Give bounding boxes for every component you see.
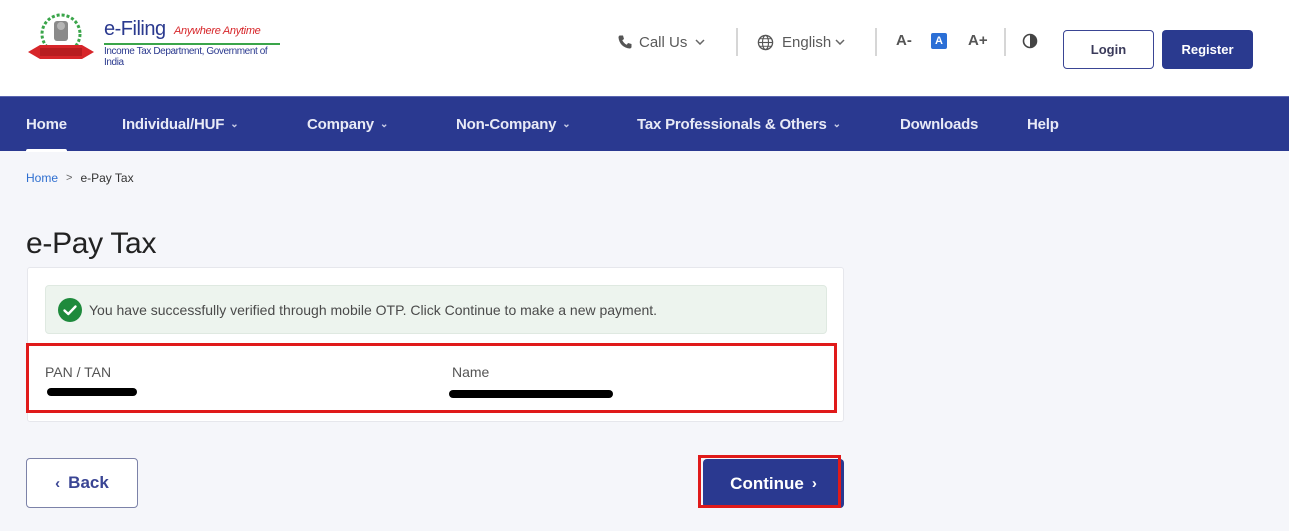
brand-title: e-Filing — [104, 18, 166, 40]
language-label: English — [782, 33, 832, 51]
nav-label: Individual/HUF — [122, 116, 225, 133]
contrast-toggle-icon[interactable] — [1022, 33, 1038, 49]
site-header: e-Filing Anywhere Anytime Income Tax Dep… — [0, 0, 1289, 96]
redaction-bar — [449, 390, 613, 398]
breadcrumb-separator: > — [66, 172, 73, 184]
font-increase-button[interactable]: A+ — [968, 32, 988, 49]
nav-item-company[interactable]: Company ⌄ — [307, 97, 388, 152]
register-button[interactable]: Register — [1162, 30, 1253, 69]
check-circle-icon — [58, 297, 82, 322]
nav-label: Tax Professionals & Others — [637, 116, 827, 133]
nav-item-tax-professionals[interactable]: Tax Professionals & Others ⌄ — [637, 97, 841, 152]
brand-divider — [104, 43, 280, 45]
chevron-down-icon: ⌄ — [379, 119, 389, 130]
font-default-button[interactable]: A — [931, 33, 947, 49]
taxpayer-details: PAN / TAN Name — [26, 343, 837, 413]
phone-icon — [618, 35, 632, 49]
nav-label: Non-Company — [456, 116, 557, 133]
nav-item-non-company[interactable]: Non-Company ⌄ — [456, 97, 571, 152]
page-title: e-Pay Tax — [26, 227, 157, 260]
name-label: Name — [452, 364, 490, 380]
name-value — [449, 384, 622, 398]
alert-message: You have successfully verified through m… — [89, 301, 658, 318]
nav-label: Home — [26, 116, 67, 133]
globe-icon — [757, 34, 774, 50]
nav-item-downloads[interactable]: Downloads — [900, 97, 978, 152]
brand-subtitle: Income Tax Department, Government of Ind… — [104, 46, 268, 68]
divider — [1004, 28, 1006, 56]
chevron-left-icon: ‹ — [55, 474, 61, 492]
govt-emblem-icon — [28, 13, 94, 59]
login-button[interactable]: Login — [1063, 30, 1154, 69]
continue-button[interactable]: Continue › — [703, 459, 844, 508]
nav-label: Company — [307, 116, 374, 133]
chevron-down-icon — [695, 39, 705, 45]
chevron-right-icon: › — [811, 475, 817, 492]
nav-item-individual-huf[interactable]: Individual/HUF ⌄ — [122, 97, 239, 152]
breadcrumb: Home > e-Pay Tax — [26, 171, 134, 185]
efiling-logo[interactable]: e-Filing Anywhere Anytime Income Tax Dep… — [26, 12, 286, 68]
call-us-label: Call Us — [639, 33, 688, 51]
brand-tagline: Anywhere Anytime — [174, 25, 261, 37]
back-label: Back — [68, 473, 109, 492]
chevron-down-icon: ⌄ — [230, 119, 239, 130]
continue-label: Continue — [730, 473, 804, 493]
nav-label: Downloads — [900, 116, 979, 133]
verification-card: You have successfully verified through m… — [26, 267, 844, 422]
main-nav: Home Individual/HUF ⌄ Company ⌄ Non-Compan… — [0, 96, 1289, 152]
chevron-down-icon: ⌄ — [562, 119, 571, 130]
nav-label: Help — [1027, 116, 1059, 133]
nav-item-help[interactable]: Help — [1027, 97, 1059, 152]
chevron-down-icon — [835, 39, 845, 45]
call-us-dropdown[interactable]: Call Us — [617, 30, 705, 54]
font-decrease-button[interactable]: A- — [896, 32, 912, 49]
divider — [736, 28, 738, 56]
breadcrumb-home-link[interactable]: Home — [26, 171, 58, 185]
breadcrumb-current: e-Pay Tax — [80, 171, 134, 185]
success-alert: You have successfully verified through m… — [45, 285, 827, 334]
nav-item-home[interactable]: Home — [26, 97, 67, 152]
back-button[interactable]: ‹ Back — [26, 458, 138, 508]
pan-tan-field: PAN / TAN — [45, 364, 145, 398]
name-field: Name — [449, 364, 622, 398]
redaction-bar — [47, 388, 137, 396]
pan-tan-value — [45, 384, 145, 398]
pan-tan-label: PAN / TAN — [45, 364, 112, 380]
chevron-down-icon: ⌄ — [832, 119, 841, 130]
language-dropdown[interactable]: English — [757, 30, 845, 54]
divider — [875, 28, 877, 56]
